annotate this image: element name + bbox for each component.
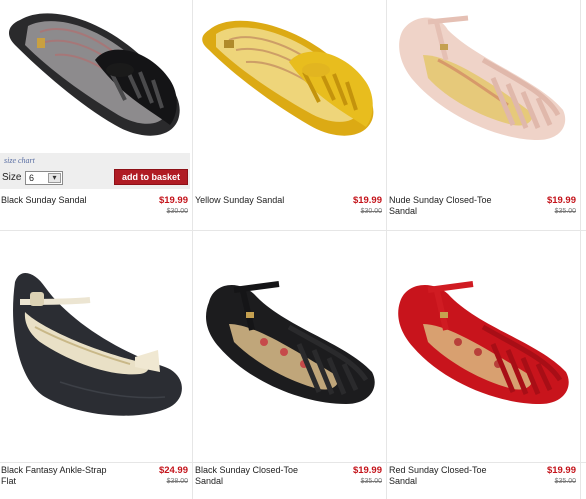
sale-price: $19.99	[546, 195, 576, 206]
original-price: $35.00	[554, 478, 576, 485]
grid-divider	[0, 462, 586, 463]
product-card[interactable]: Black Fantasy Ankle-Strap Flat $24.99 $3…	[0, 232, 192, 486]
sale-price: $19.99	[546, 465, 576, 476]
size-select[interactable]: 6 ▾	[25, 171, 63, 185]
grid-divider	[386, 0, 387, 499]
product-card[interactable]: Red Sunday Closed-Toe Sandal $19.99 $35.…	[388, 232, 580, 486]
product-name[interactable]: Red Sunday Closed-Toe Sandal	[389, 465, 509, 487]
grid-divider	[192, 0, 193, 499]
add-to-basket-button[interactable]: add to basket	[114, 169, 188, 185]
product-image[interactable]	[388, 232, 580, 432]
grid-divider	[580, 0, 581, 499]
product-image[interactable]	[0, 0, 192, 150]
sandal-image[interactable]	[0, 0, 190, 150]
product-card[interactable]: size chart Size 6 ▾ add to basket Black …	[0, 0, 192, 230]
product-image[interactable]	[0, 232, 192, 432]
product-card[interactable]: Yellow Sunday Sandal $19.99 $30.00	[194, 0, 386, 230]
flat-image[interactable]	[0, 232, 190, 432]
sandal-image[interactable]	[388, 0, 578, 150]
product-name[interactable]: Black Fantasy Ankle-Strap Flat	[1, 465, 121, 487]
product-grid: size chart Size 6 ▾ add to basket Black …	[0, 0, 586, 499]
original-price: $30.00	[360, 208, 382, 215]
grid-divider	[0, 230, 586, 231]
product-card[interactable]: Black Sunday Closed-Toe Sandal $19.99 $3…	[194, 232, 386, 486]
add-to-basket-panel: size chart Size 6 ▾ add to basket	[0, 153, 190, 189]
sandal-image[interactable]	[194, 0, 384, 150]
sale-price: $19.99	[352, 465, 382, 476]
size-select-value: 6	[29, 173, 35, 183]
sale-price: $19.99	[352, 195, 382, 206]
product-name[interactable]: Black Sunday Closed-Toe Sandal	[195, 465, 315, 487]
original-price: $30.00	[166, 208, 188, 215]
product-image[interactable]	[388, 0, 580, 150]
sandal-image[interactable]	[194, 232, 384, 432]
sandal-image[interactable]	[388, 232, 578, 432]
chevron-down-icon[interactable]: ▾	[48, 173, 61, 183]
product-image[interactable]	[194, 232, 386, 432]
product-name[interactable]: Nude Sunday Closed-Toe Sandal	[389, 195, 509, 217]
original-price: $35.00	[360, 478, 382, 485]
product-name[interactable]: Black Sunday Sandal	[1, 195, 121, 206]
size-chart-link[interactable]: size chart	[4, 156, 35, 165]
original-price: $38.00	[166, 478, 188, 485]
product-image[interactable]	[194, 0, 386, 150]
original-price: $35.00	[554, 208, 576, 215]
product-name[interactable]: Yellow Sunday Sandal	[195, 195, 315, 206]
size-label: Size	[2, 172, 22, 183]
sale-price: $24.99	[158, 465, 188, 476]
product-card[interactable]: Nude Sunday Closed-Toe Sandal $19.99 $35…	[388, 0, 580, 230]
sale-price: $19.99	[158, 195, 188, 206]
